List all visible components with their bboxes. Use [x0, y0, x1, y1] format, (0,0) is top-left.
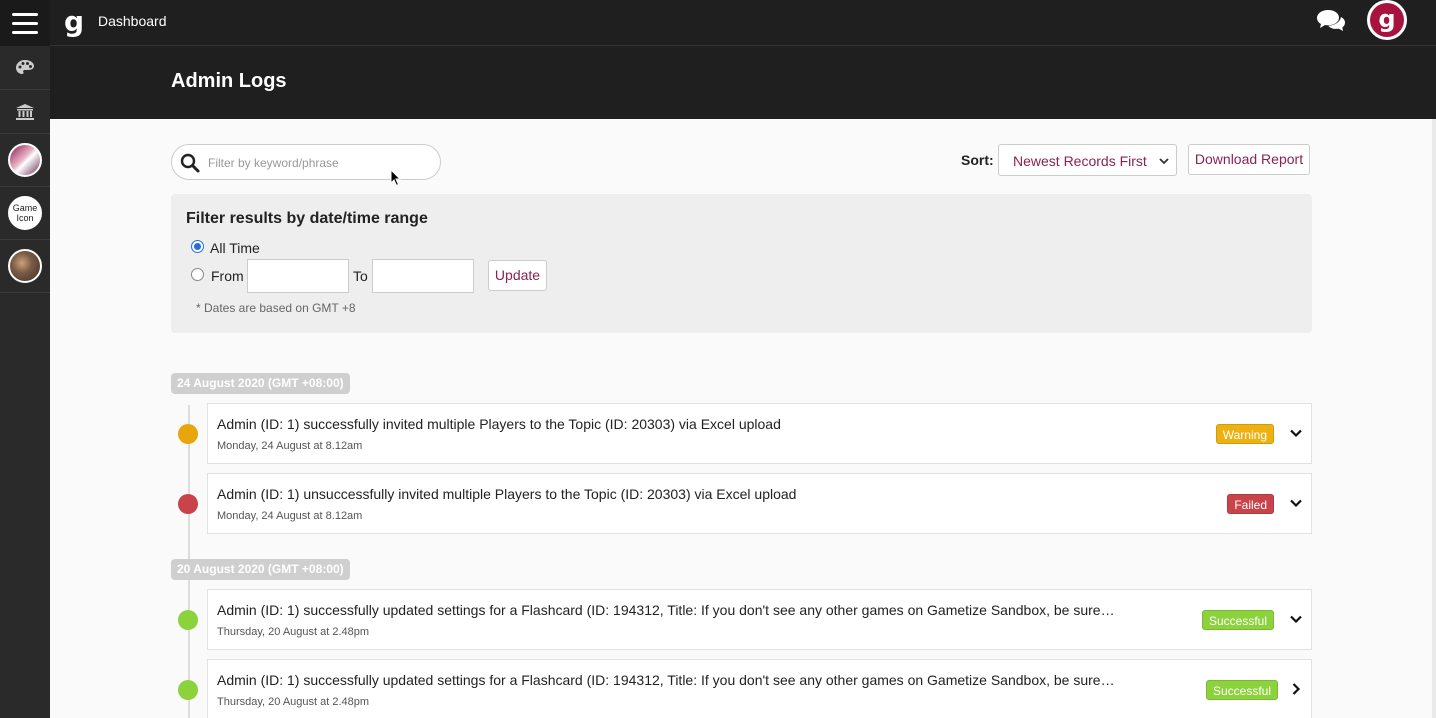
status-dot-warning — [178, 424, 198, 444]
filter-title: Filter results by date/time range — [186, 210, 428, 227]
chevron-right-icon[interactable] — [1289, 682, 1303, 696]
page-title: Admin Logs — [171, 70, 287, 92]
date-group-badge: 20 August 2020 (GMT +08:00) — [171, 559, 350, 580]
log-text: Admin (ID: 1) unsuccessfully invited mul… — [217, 486, 797, 502]
log-text: Admin (ID: 1) successfully invited multi… — [217, 416, 781, 432]
log-entry[interactable]: Admin (ID: 1) successfully updated setti… — [207, 659, 1312, 718]
log-time: Thursday, 20 August at 2.48pm — [217, 696, 370, 708]
log-text: Admin (ID: 1) successfully updated setti… — [217, 672, 1115, 688]
log-time: Thursday, 20 August at 2.48pm — [217, 626, 370, 638]
to-label: To — [353, 268, 368, 284]
date-range-radio[interactable] — [191, 268, 204, 281]
chat-icon[interactable] — [1316, 8, 1346, 34]
avatar-letter: g — [1370, 3, 1404, 37]
chevron-down-icon[interactable] — [1289, 496, 1303, 510]
gametize-logo[interactable]: g — [64, 7, 86, 39]
sidebar-item-project-2[interactable]: Game Icon — [0, 187, 50, 240]
project-avatar-3 — [8, 249, 42, 283]
palette-icon — [16, 59, 34, 74]
scrollbar[interactable] — [1432, 119, 1436, 718]
project-avatar-1 — [8, 143, 42, 177]
status-badge: Successful — [1201, 610, 1274, 630]
sidebar-item-project-1[interactable] — [0, 134, 50, 187]
log-text: Admin (ID: 1) successfully updated setti… — [217, 602, 1115, 618]
search-icon — [180, 153, 200, 173]
sidebar-item-palette[interactable] — [0, 46, 50, 90]
dashboard-link[interactable]: Dashboard — [98, 13, 167, 29]
status-badge: Successful — [1205, 680, 1278, 700]
mouse-cursor-icon — [390, 169, 402, 187]
sort-label: Sort: — [961, 152, 994, 168]
timezone-note: * Dates are based on GMT +8 — [196, 301, 356, 315]
status-dot-successful — [178, 610, 198, 630]
log-time: Monday, 24 August at 8.12am — [217, 440, 363, 452]
all-time-label[interactable]: All Time — [210, 240, 260, 256]
sort-selected-value: Newest Records First — [1013, 153, 1147, 169]
status-badge: Warning — [1215, 424, 1274, 444]
top-bar: g Dashboard g — [0, 0, 1436, 46]
sidebar: Game Icon — [0, 46, 50, 718]
log-entry[interactable]: Admin (ID: 1) successfully updated setti… — [207, 589, 1312, 650]
to-date-input[interactable] — [372, 259, 474, 293]
chevron-down-icon[interactable] — [1289, 612, 1303, 626]
status-dot-successful — [178, 680, 198, 700]
chevron-down-icon — [1159, 158, 1169, 165]
log-entry[interactable]: Admin (ID: 1) unsuccessfully invited mul… — [207, 473, 1312, 534]
log-entry[interactable]: Admin (ID: 1) successfully invited multi… — [207, 403, 1312, 464]
from-label[interactable]: From — [211, 268, 244, 284]
date-group-badge: 24 August 2020 (GMT +08:00) — [171, 373, 350, 394]
sidebar-item-project-3[interactable] — [0, 240, 50, 293]
sort-select[interactable]: Newest Records First — [998, 144, 1177, 176]
from-date-input[interactable] — [247, 259, 349, 293]
update-button[interactable]: Update — [488, 260, 547, 291]
menu-icon[interactable] — [0, 0, 50, 46]
date-filter-panel: Filter results by date/time range All Ti… — [171, 194, 1312, 333]
status-badge: Failed — [1227, 494, 1274, 514]
page-header: Admin Logs — [50, 46, 1436, 119]
sidebar-item-bank[interactable] — [0, 90, 50, 134]
download-report-button[interactable]: Download Report — [1188, 144, 1310, 175]
all-time-radio[interactable] — [191, 240, 204, 253]
project-avatar-2: Game Icon — [8, 196, 42, 230]
user-avatar[interactable]: g — [1367, 0, 1407, 40]
bank-icon — [16, 103, 34, 120]
chevron-down-icon[interactable] — [1289, 426, 1303, 440]
log-time: Monday, 24 August at 8.12am — [217, 510, 363, 522]
main-content: Sort: Newest Records First Download Repo… — [50, 119, 1436, 718]
status-dot-failed — [178, 494, 198, 514]
